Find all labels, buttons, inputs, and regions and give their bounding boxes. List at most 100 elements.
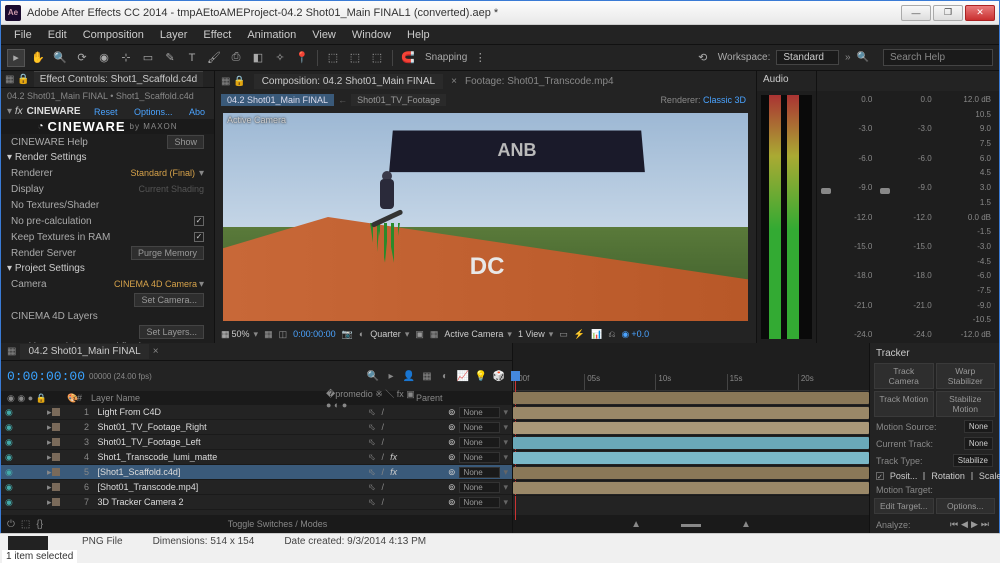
- level-slider-right[interactable]: [880, 188, 890, 194]
- parent-dropdown[interactable]: None: [459, 467, 501, 478]
- layer-bar[interactable]: [513, 482, 869, 494]
- fx-reset-link[interactable]: Reset: [91, 107, 121, 117]
- mask-icon[interactable]: ◫: [279, 329, 288, 340]
- sync-icon[interactable]: ⟲: [694, 49, 712, 67]
- analyze-step-back-icon[interactable]: ◀: [961, 519, 968, 530]
- pickwhip-icon[interactable]: ⊚: [448, 497, 456, 508]
- frame-blend-icon[interactable]: ▦: [420, 369, 434, 383]
- search-icon[interactable]: 🔍: [366, 369, 380, 383]
- analyze-fwd-icon[interactable]: ⏭: [981, 519, 989, 530]
- rect-tool[interactable]: ▭: [139, 49, 157, 67]
- close-button[interactable]: ✕: [965, 5, 995, 21]
- parent-dropdown[interactable]: None: [459, 482, 501, 493]
- layer-bar[interactable]: [513, 392, 869, 404]
- menu-layer[interactable]: Layer: [153, 27, 195, 43]
- roi-icon[interactable]: ▣: [415, 329, 424, 340]
- puppet-tool[interactable]: 📍: [293, 49, 311, 67]
- cineware-help-button[interactable]: Show: [167, 135, 204, 149]
- layer-row[interactable]: ◉▸73D Tracker Camera 2⬁/⊚None▾: [1, 495, 512, 510]
- pickwhip-icon[interactable]: ⊚: [448, 452, 456, 463]
- menu-effect[interactable]: Effect: [196, 27, 238, 43]
- rotate-tool[interactable]: ⟳: [73, 49, 91, 67]
- axis-view-icon[interactable]: ⬚: [368, 49, 386, 67]
- pickwhip-icon[interactable]: ⊚: [448, 437, 456, 448]
- track-camera-button[interactable]: Track Camera: [874, 363, 934, 389]
- analyze-back-icon[interactable]: ⏮: [950, 519, 958, 530]
- menu-help[interactable]: Help: [400, 27, 437, 43]
- visibility-icon[interactable]: ◉: [5, 467, 17, 478]
- composition-viewer[interactable]: ANB Active Camera: [223, 113, 748, 321]
- layer-bar[interactable]: [513, 437, 869, 449]
- layer-bar[interactable]: [513, 452, 869, 464]
- grid-icon[interactable]: ▦: [264, 329, 273, 340]
- track[interactable]: [513, 406, 869, 421]
- track[interactable]: [513, 451, 869, 466]
- exposure-value[interactable]: ◉ +0.0: [621, 329, 649, 340]
- menu-edit[interactable]: Edit: [41, 27, 74, 43]
- flowchart-icon[interactable]: ⎌: [608, 329, 615, 340]
- menu-file[interactable]: File: [7, 27, 39, 43]
- snap-opt-icon[interactable]: ⋮: [471, 49, 489, 67]
- axis-local-icon[interactable]: ⬚: [324, 49, 342, 67]
- motion-source-dropdown[interactable]: None: [964, 420, 993, 433]
- timeline-timecode[interactable]: 0:00:00:00: [7, 369, 85, 384]
- track[interactable]: [513, 481, 869, 496]
- edit-target-button[interactable]: Edit Target...: [874, 498, 934, 514]
- analyze-step-fwd-icon[interactable]: ▶: [971, 519, 978, 530]
- layer-row[interactable]: ◉▸4Shot1_Transcode_lumi_matte⬁/fx⊚None▾: [1, 450, 512, 465]
- stabilize-motion-button[interactable]: Stabilize Motion: [936, 391, 996, 417]
- fx-options-link[interactable]: Options...: [131, 107, 176, 117]
- comp-tab[interactable]: Composition: 04.2 Shot01_Main FINAL: [254, 74, 443, 89]
- magnification-dropdown[interactable]: ▦ 50%: [221, 329, 258, 340]
- zoom-out-icon[interactable]: ▲: [631, 519, 641, 530]
- keeptex-checkbox[interactable]: ✓: [194, 232, 204, 242]
- layer-bar[interactable]: [513, 467, 869, 479]
- parent-dropdown[interactable]: None: [459, 437, 501, 448]
- camera-tool[interactable]: ◉: [95, 49, 113, 67]
- parent-dropdown[interactable]: None: [459, 452, 501, 463]
- track[interactable]: [513, 436, 869, 451]
- track-motion-button[interactable]: Track Motion: [874, 391, 934, 417]
- menu-window[interactable]: Window: [345, 27, 398, 43]
- toggle-switches-button[interactable]: Toggle Switches / Modes: [228, 519, 328, 529]
- axis-world-icon[interactable]: ⬚: [346, 49, 364, 67]
- timeline-icon[interactable]: 📊: [591, 329, 602, 340]
- resolution-dropdown[interactable]: Quarter: [370, 329, 409, 340]
- parent-dropdown[interactable]: None: [459, 422, 501, 433]
- track[interactable]: [513, 466, 869, 481]
- menu-composition[interactable]: Composition: [76, 27, 151, 43]
- track[interactable]: [513, 391, 869, 406]
- layer-row[interactable]: ◉▸6[Shot01_Transcode.mp4]⬁/⊚None▾: [1, 480, 512, 495]
- noprecalc-checkbox[interactable]: ✓: [194, 216, 204, 226]
- search-input[interactable]: Search Help: [883, 49, 993, 66]
- timeline-ruler[interactable]: :00f05s10s15s20s: [513, 343, 869, 391]
- viewer-timecode[interactable]: 0:00:00:00: [293, 329, 336, 339]
- anchor-tool[interactable]: ⊹: [117, 49, 135, 67]
- layer-bar[interactable]: [513, 407, 869, 419]
- visibility-icon[interactable]: ◉: [5, 422, 17, 433]
- brush-tool[interactable]: 🖌: [205, 49, 223, 67]
- renderer-link[interactable]: Classic 3D: [703, 95, 746, 105]
- selection-tool[interactable]: ▸: [7, 49, 25, 67]
- layer-row[interactable]: ◉▸3Shot01_TV_Footage_Left⬁/⊚None▾: [1, 435, 512, 450]
- footage-tab[interactable]: Footage: Shot01_Transcode.mp4: [465, 76, 614, 87]
- camera-dropdown[interactable]: CINEMA 4D Camera: [114, 279, 197, 289]
- visibility-icon[interactable]: ◉: [5, 497, 17, 508]
- active-camera-dropdown[interactable]: Active Camera: [444, 329, 512, 340]
- snap-icon[interactable]: 🧲: [399, 49, 417, 67]
- purge-button[interactable]: Purge Memory: [131, 246, 204, 260]
- visibility-icon[interactable]: ◉: [5, 452, 17, 463]
- fast-preview-icon[interactable]: ⚡: [574, 329, 585, 340]
- graph-icon[interactable]: 📈: [456, 369, 470, 383]
- track-type-dropdown[interactable]: Stabilize: [953, 454, 993, 467]
- pixel-aspect-icon[interactable]: ▭: [559, 329, 568, 340]
- channels-icon[interactable]: ◐: [359, 329, 364, 339]
- fx-tab[interactable]: Effect Controls: Shot1_Scaffold.c4d: [34, 71, 204, 87]
- draft3d-icon[interactable]: 🎲: [492, 369, 506, 383]
- renderer-dropdown[interactable]: Standard (Final): [130, 168, 195, 178]
- pickwhip-icon[interactable]: ⊚: [448, 467, 456, 478]
- fx-about-link[interactable]: Abo: [186, 107, 208, 117]
- level-slider-left[interactable]: [821, 188, 831, 194]
- parent-dropdown[interactable]: None: [459, 407, 501, 418]
- comp-mini-icon[interactable]: ▸: [384, 369, 398, 383]
